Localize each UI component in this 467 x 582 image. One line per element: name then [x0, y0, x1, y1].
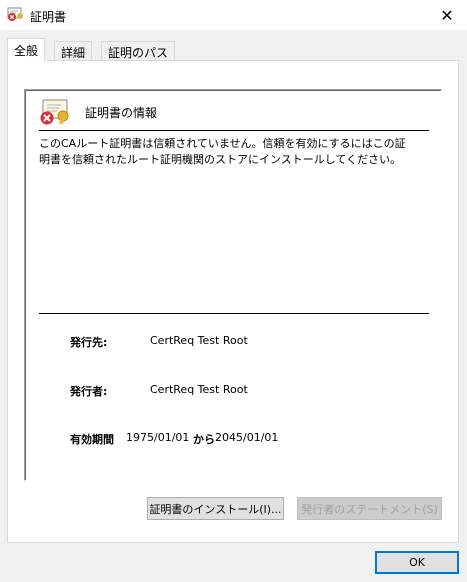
- install-certificate-button[interactable]: 証明書のインストール(I)...: [147, 497, 284, 520]
- close-icon: ✕: [440, 5, 454, 25]
- divider-bottom: [39, 313, 429, 314]
- validity-label: 有効期間: [70, 433, 114, 446]
- valid-from-date: 1975/01/01: [126, 431, 190, 444]
- warning-line-2: 明書を信頼されたルート証明機関のストアにインストールしてください。: [39, 153, 402, 166]
- tab-certification-path[interactable]: 証明のパス: [101, 41, 176, 60]
- valid-to-date: 2045/01/01: [215, 431, 279, 444]
- tab-details[interactable]: 詳細: [54, 41, 93, 60]
- general-tab-panel: 証明書の情報 このCAルート証明書は信頼されていません。信頼を有効にするにはこの…: [7, 60, 459, 543]
- window-title: 証明書: [30, 10, 67, 24]
- issued-to-label: 発行先:: [70, 336, 108, 349]
- section-title: 証明書の情報: [85, 106, 158, 120]
- dialog-body: 全般 詳細 証明のパス 証明書の情報 このCAルート証明書は信頼されていません。…: [0, 30, 467, 582]
- certificate-error-icon: [40, 99, 69, 125]
- ok-button[interactable]: OK: [375, 551, 459, 574]
- certificate-info-box: 証明書の情報 このCAルート証明書は信頼されていません。信頼を有効にするにはこの…: [24, 89, 442, 481]
- close-button[interactable]: ✕: [427, 0, 467, 30]
- validity-connector: から: [193, 433, 215, 446]
- issuer-statement-button[interactable]: 発行者のステートメント(S): [297, 497, 442, 520]
- title-bar: 証明書 ✕: [0, 0, 467, 30]
- divider-top: [39, 130, 429, 131]
- warning-line-1: このCAルート証明書は信頼されていません。信頼を有効にするにはこの証: [39, 137, 406, 150]
- untrusted-root-warning: このCAルート証明書は信頼されていません。信頼を有効にするにはこの証 明書を信頼…: [39, 136, 429, 168]
- issued-by-value[interactable]: CertReq Test Root: [150, 383, 248, 396]
- certificate-app-icon: [7, 7, 23, 21]
- tab-general[interactable]: 全般: [7, 38, 46, 61]
- issued-to-value[interactable]: CertReq Test Root: [150, 334, 248, 347]
- issued-by-label: 発行者:: [70, 385, 108, 398]
